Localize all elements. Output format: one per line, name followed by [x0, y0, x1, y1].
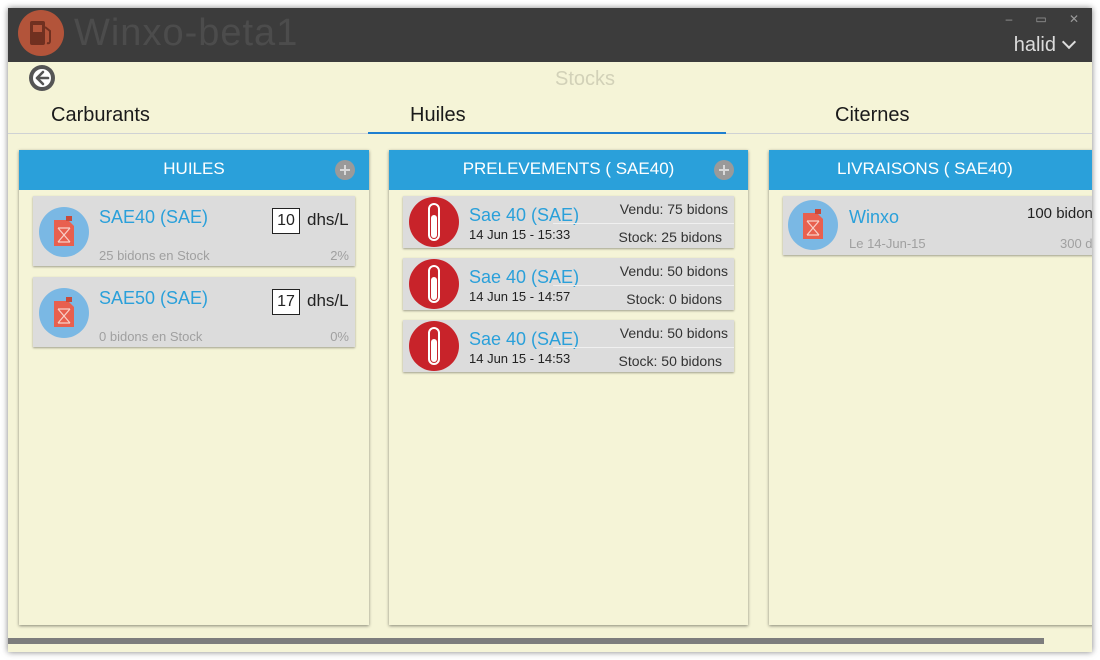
user-name: halid: [1013, 34, 1056, 56]
prelevement-date: 14 Jun 15 - 14:57: [469, 289, 571, 304]
livraison-card[interactable]: Winxo Le 14-Jun-15 100 bidons 300 dhs: [783, 196, 1092, 255]
divider: [553, 285, 734, 286]
price-input[interactable]: 17: [272, 289, 300, 315]
user-menu[interactable]: halid: [1013, 34, 1077, 57]
prelevement-date: 14 Jun 15 - 14:53: [469, 351, 571, 366]
title-bar: Winxo-beta1 ‒ ▭ ✕ halid: [8, 8, 1092, 62]
add-huile-icon[interactable]: [335, 160, 355, 180]
huile-name: SAE40 (SAE): [99, 207, 209, 227]
fuel-pump-logo-icon: [18, 10, 64, 56]
tab-carburants[interactable]: Carburants: [51, 104, 150, 127]
chevron-down-icon: [1061, 34, 1077, 50]
livraison-quantity: 100 bidons: [1027, 205, 1092, 222]
prelevement-card[interactable]: Sae 40 (SAE) 14 Jun 15 - 14:57 Vendu: 50…: [403, 258, 734, 310]
huiles-panel-header: HUILES: [19, 150, 369, 190]
oil-can-icon: [788, 200, 838, 250]
prelevement-card[interactable]: Sae 40 (SAE) 14 Jun 15 - 15:33 Vendu: 75…: [403, 196, 734, 248]
close-button[interactable]: ✕: [1061, 10, 1087, 28]
divider: [553, 223, 734, 224]
add-prelevement-icon[interactable]: [714, 160, 734, 180]
test-tube-icon: [409, 321, 459, 371]
huiles-header-title: HUILES: [163, 159, 225, 178]
livraison-date: Le 14-Jun-15: [849, 236, 926, 251]
vendu-count: Vendu: 50 bidons: [619, 325, 728, 341]
livraison-name: Winxo: [849, 207, 900, 227]
minimize-button[interactable]: ‒: [996, 10, 1022, 28]
stock-count: 25 bidons en Stock: [99, 248, 210, 263]
stock-count: Stock: 50 bidons: [618, 353, 722, 369]
livraison-amount: 300 dhs: [1060, 236, 1092, 251]
livraisons-panel-header: LIVRAISONS ( SAE40): [769, 150, 1092, 190]
prelevements-panel: PRELEVEMENTS ( SAE40) Sae 40 (SAE) 14 Ju…: [389, 150, 748, 625]
stock-percent: 0%: [330, 329, 349, 344]
stock-count: 0 bidons en Stock: [99, 329, 203, 344]
huile-name: SAE50 (SAE): [99, 288, 209, 308]
prelevements-panel-header: PRELEVEMENTS ( SAE40): [389, 150, 748, 190]
vendu-count: Vendu: 50 bidons: [619, 263, 728, 279]
livraisons-header-title: LIVRAISONS ( SAE40): [837, 159, 1013, 178]
stock-count: Stock: 0 bidons: [626, 291, 722, 307]
prelevement-card[interactable]: Sae 40 (SAE) 14 Jun 15 - 14:53 Vendu: 50…: [403, 320, 734, 372]
huile-card[interactable]: SAE50 (SAE) 17 dhs/L 0 bidons en Stock 0…: [33, 277, 355, 347]
maximize-button[interactable]: ▭: [1028, 10, 1054, 28]
price-unit: dhs/L: [307, 210, 349, 229]
test-tube-icon: [409, 259, 459, 309]
active-tab-indicator: [368, 132, 726, 134]
huiles-panel: HUILES SAE40 (SAE) 10 dhs/L 25 bidons en…: [19, 150, 369, 625]
livraisons-panel: LIVRAISONS ( SAE40) Winxo Le 14-Jun-15 1…: [769, 150, 1092, 625]
tab-citernes[interactable]: Citernes: [835, 104, 909, 127]
tab-bar: Carburants Huiles Citernes: [8, 96, 1092, 134]
huile-card[interactable]: SAE40 (SAE) 10 dhs/L 25 bidons en Stock …: [33, 196, 355, 266]
price-unit: dhs/L: [307, 291, 349, 310]
divider: [553, 347, 734, 348]
prelevement-date: 14 Jun 15 - 15:33: [469, 227, 571, 242]
app-title: Winxo-beta1: [74, 12, 299, 54]
vendu-count: Vendu: 75 bidons: [619, 201, 728, 217]
app-window: Winxo-beta1 ‒ ▭ ✕ halid Stocks Carburant…: [8, 8, 1092, 652]
stock-count: Stock: 25 bidons: [618, 229, 722, 245]
prelevements-header-title: PRELEVEMENTS ( SAE40): [462, 159, 675, 178]
tab-huiles[interactable]: Huiles: [410, 104, 466, 127]
oil-can-icon: [39, 207, 89, 257]
horizontal-scrollbar[interactable]: [8, 638, 1044, 644]
price-input[interactable]: 10: [272, 208, 300, 234]
test-tube-icon: [409, 197, 459, 247]
oil-can-icon: [39, 288, 89, 338]
stock-percent: 2%: [330, 248, 349, 263]
page-title: Stocks: [554, 68, 616, 90]
